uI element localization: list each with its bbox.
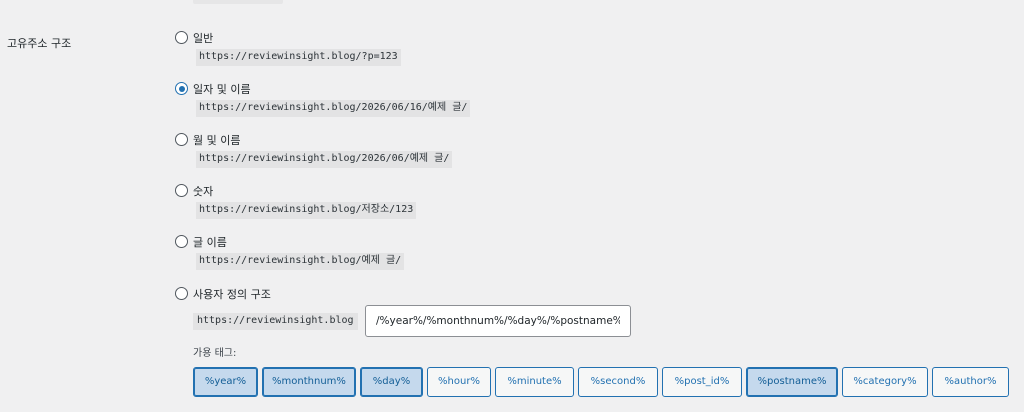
available-tags-label: 가용 태그:	[193, 348, 237, 359]
tag-author-button[interactable]: %author%	[932, 367, 1009, 397]
option-plain-url: https://reviewinsight.blog/?p=123	[196, 49, 401, 66]
tag-postname-button[interactable]: %postname%	[746, 367, 838, 397]
radio-post-name[interactable]	[175, 235, 188, 248]
radio-day-and-name[interactable]	[175, 82, 188, 95]
tag-day-button[interactable]: %day%	[360, 367, 423, 397]
option-custom-structure-label: 사용자 정의 구조	[193, 288, 271, 301]
previous-field-fragment	[193, 0, 283, 4]
tag-monthnum-button[interactable]: %monthnum%	[262, 367, 356, 397]
option-day-and-name-url: https://reviewinsight.blog/2026/06/16/예제…	[196, 100, 471, 117]
radio-month-and-name[interactable]	[175, 133, 188, 146]
option-post-name-label: 글 이름	[193, 236, 227, 249]
option-numeric-label: 숫자	[193, 185, 214, 198]
option-month-and-name-url: https://reviewinsight.blog/2026/06/예제 글/	[196, 151, 453, 168]
option-day-and-name-label: 일자 및 이름	[193, 83, 251, 96]
option-plain-label: 일반	[193, 32, 214, 45]
permalink-structure-label: 고유주소 구조	[7, 37, 72, 50]
tag-hour-button[interactable]: %hour%	[427, 367, 491, 397]
tag-second-button[interactable]: %second%	[578, 367, 658, 397]
option-month-and-name-label: 월 및 이름	[193, 134, 241, 147]
radio-plain[interactable]	[175, 31, 188, 44]
custom-structure-input[interactable]	[365, 305, 631, 337]
radio-custom-structure[interactable]	[175, 287, 188, 300]
tag-category-button[interactable]: %category%	[842, 367, 928, 397]
custom-structure-prefix: https://reviewinsight.blog	[193, 313, 358, 330]
radio-numeric[interactable]	[175, 184, 188, 197]
tag-post-id-button[interactable]: %post_id%	[662, 367, 742, 397]
option-post-name-url: https://reviewinsight.blog/예제 글/	[196, 253, 405, 270]
option-numeric-url: https://reviewinsight.blog/저장소/123	[196, 202, 417, 219]
tag-year-button[interactable]: %year%	[193, 367, 258, 397]
tag-minute-button[interactable]: %minute%	[495, 367, 574, 397]
